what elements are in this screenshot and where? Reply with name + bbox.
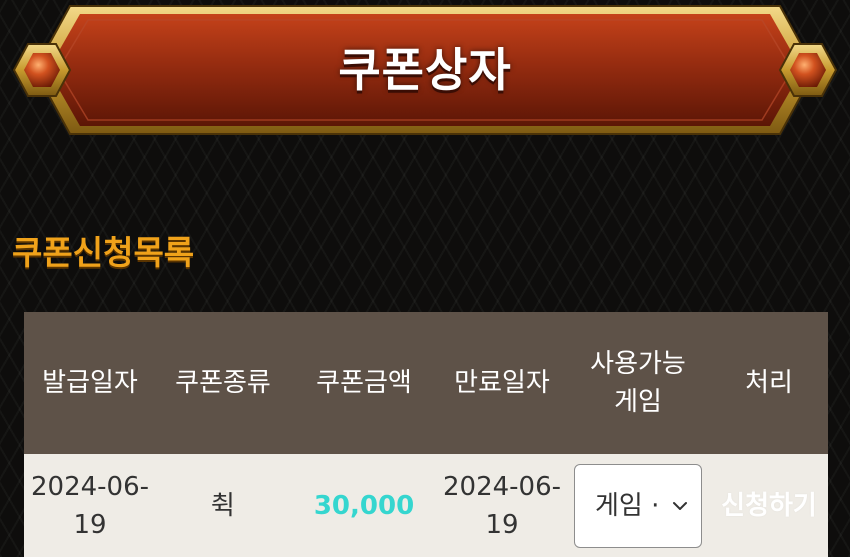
- cell-coupon-amount: 30,000: [313, 490, 415, 521]
- cell-available-game: 게임 ·: [566, 463, 710, 548]
- apply-button[interactable]: 신청하기: [721, 491, 817, 521]
- cell-issue-date: 2024-06- 19: [24, 468, 156, 544]
- header-available-game-line1: 사용가능: [590, 349, 686, 379]
- section-title-coupon-requests: 쿠폰신청목록: [12, 233, 195, 272]
- cell-expire-date-line2: 19: [485, 509, 519, 540]
- game-select-value: 게임 ·: [595, 490, 660, 521]
- cell-coupon-type: 췩: [211, 490, 235, 521]
- header-coupon-amount: 쿠폰금액: [316, 368, 412, 398]
- coupon-request-table: 발급일자 쿠폰종류 쿠폰금액 만료일자 사용가능 게임 처리 2024-06- …: [24, 312, 828, 557]
- table-row: 2024-06- 19 췩 30,000 2024-06- 19 게임 · 신청…: [24, 454, 828, 557]
- table-header-row: 발급일자 쿠폰종류 쿠폰금액 만료일자 사용가능 게임 처리: [24, 312, 828, 454]
- header-issue-date: 발급일자: [42, 368, 138, 398]
- cell-action: 신청하기: [710, 487, 828, 525]
- cell-expire-date: 2024-06- 19: [438, 468, 566, 544]
- cell-issue-date-line1: 2024-06-: [30, 471, 149, 502]
- cell-issue-date-line2: 19: [73, 509, 107, 540]
- header-coupon-type: 쿠폰종류: [175, 368, 271, 398]
- header-available-game-line2: 게임: [614, 387, 662, 417]
- title-banner: 쿠폰상자: [0, 0, 850, 140]
- cell-expire-date-line1: 2024-06-: [442, 471, 561, 502]
- header-action: 처리: [745, 368, 793, 398]
- game-select-dropdown[interactable]: 게임 ·: [574, 463, 702, 548]
- header-expire-date: 만료일자: [454, 368, 550, 398]
- page-title: 쿠폰상자: [338, 43, 512, 97]
- header-available-game: 사용가능 게임: [566, 345, 710, 421]
- coupon-box-page: 쿠폰상자 쿠폰신청목록 발급일자 쿠폰종류 쿠폰금액 만료일자 사용가능 게임 …: [0, 0, 850, 557]
- chevron-down-icon: [673, 501, 687, 510]
